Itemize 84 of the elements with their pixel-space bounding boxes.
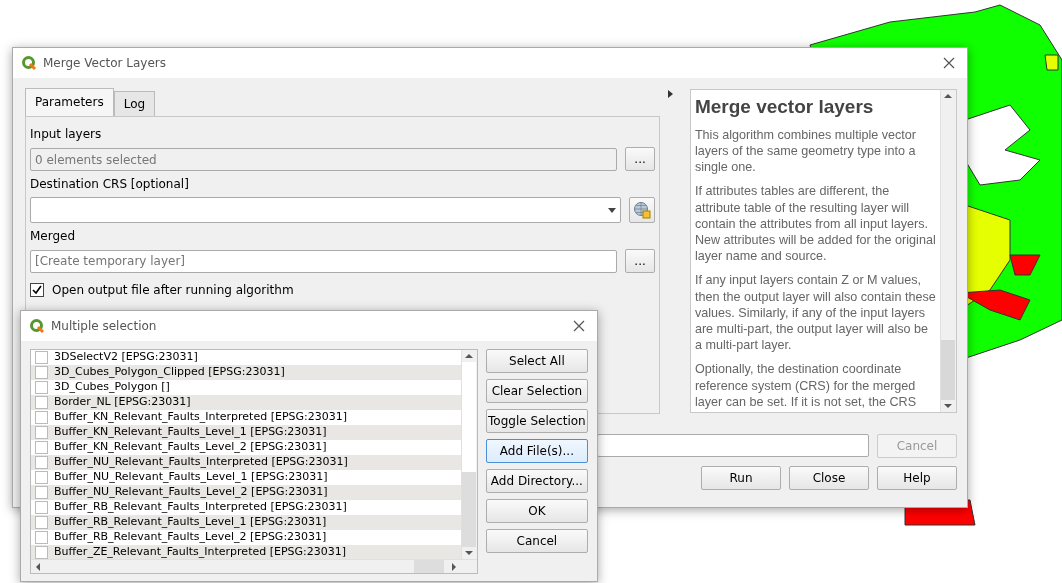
scroll-left-icon[interactable] [34,562,42,571]
item-label: Border_NL [EPSG:23031] [54,394,191,411]
list-item[interactable]: Buffer_RB_Relevant_Faults_Level_2 [EPSG:23031] [31,530,461,545]
scrollbar[interactable] [940,90,956,412]
checkbox[interactable] [35,516,48,529]
expand-arrow-icon [668,90,674,98]
checkbox[interactable] [35,456,48,469]
input-field[interactable]: 0 elements selected [30,147,618,171]
checkbox-label: Open output file after running algorithm [52,282,294,299]
tab[interactable]: Parameters [25,88,114,116]
dialog-button[interactable]: Clear Selection [485,379,588,403]
scroll-thumb[interactable] [941,340,956,400]
help-paragraph: Optionally, the destination coordinate reference system (CRS) for the merged layer can be set. If it is not set, the CRS [694,361,918,411]
list-item[interactable]: 3DSelectV2 [EPSG:23031] [31,350,461,365]
field-label: Merged [30,228,77,245]
checkbox[interactable] [35,396,48,409]
scrollbar[interactable] [31,559,477,573]
list-item[interactable]: 3D_Cubes_Polygon_Clipped [EPSG:23031] [31,365,461,380]
item-label: Buffer_RB_Relevant_Faults_Level_2 [EPSG:23031] [54,529,327,546]
checkbox[interactable] [35,426,48,439]
browse-button[interactable]: ... [625,249,656,273]
scroll-right-icon[interactable] [449,562,458,571]
help-paragraph: If any input layers contain Z or M values, then the output layer will also contain these values. Similarly, if any of the input layers are multi-part, the output layer will also be a multi-part layer. [694,272,936,354]
dialog-button[interactable]: Select All [485,349,588,373]
list-item[interactable]: Border_NL [EPSG:23031] [31,395,461,410]
caret-icon [608,207,617,213]
dialog-button[interactable]: Toggle Selection [485,409,588,433]
dialog-button[interactable]: Add Directory... [485,469,588,493]
dialog-button[interactable]: Run [701,466,781,490]
app-logo-icon [21,55,37,71]
window-title: Merge Vector Layers [43,55,167,72]
list-item[interactable]: Buffer_NU_Relevant_Faults_Level_2 [EPSG:23031] [31,485,461,500]
window-title: Multiple selection [51,318,157,335]
list-item[interactable]: Buffer_RB_Relevant_Faults_Interpreted [EPSG:23031] [31,500,461,515]
scroll-thumb[interactable] [413,560,444,573]
list-item[interactable]: Buffer_ZE_Relevant_Faults_Interpreted [EPSG:23031] [31,545,461,559]
crs-selector-button[interactable] [629,197,656,223]
scrollbar[interactable] [460,350,477,559]
help-title: Merge vector layers [694,96,875,119]
checkbox[interactable] [35,531,48,544]
list-item[interactable]: Buffer_KN_Relevant_Faults_Level_2 [EPSG:23031] [31,440,461,455]
checkbox[interactable] [35,471,48,484]
dialog-button[interactable]: Help [877,466,957,490]
item-label: 3DSelectV2 [EPSG:23031] [54,350,198,366]
dialog-button[interactable]: Cancel [485,529,588,553]
field-label: Input layers [30,126,103,143]
item-label: 3D_Cubes_Polygon_Clipped [EPSG:23031] [54,364,285,381]
field-label: Destination CRS [optional] [30,176,190,193]
item-label: Buffer_RB_Relevant_Faults_Interpreted [EPSG:23031] [54,499,347,516]
item-label: Buffer_NU_Relevant_Faults_Level_2 [EPSG:23031] [54,484,328,501]
help-paragraph: This algorithm combines multiple vector layers of the same geometry type into a single one. [694,126,918,176]
checkbox[interactable] [35,381,48,394]
checkbox[interactable] [35,501,48,514]
list-item[interactable]: Buffer_NU_Relevant_Faults_Interpreted [EPSG:23031] [31,455,461,470]
item-label: 3D_Cubes_Polygon [] [54,379,170,396]
dialog-button[interactable]: Close [789,466,869,490]
list-item[interactable]: Buffer_NU_Relevant_Faults_Level_1 [EPSG:23031] [31,470,461,485]
dropdown-field[interactable] [30,197,622,223]
item-label: Buffer_ZE_Relevant_Faults_Interpreted [EPSG:23031] [54,544,347,559]
tab[interactable]: Log [113,91,156,116]
dialog-button[interactable]: Add File(s)... [485,439,588,463]
scroll-thumb[interactable] [462,472,477,547]
output-field[interactable]: [Create temporary layer] [30,249,618,273]
dialog-button[interactable]: OK [485,499,588,523]
item-label: Buffer_RB_Relevant_Faults_Level_1 [EPSG:23031] [54,514,327,531]
item-label: Buffer_NU_Relevant_Faults_Interpreted [EPSG:23031] [54,454,348,471]
item-label: Buffer_NU_Relevant_Faults_Level_1 [EPSG:23031] [54,469,328,486]
checkbox[interactable] [35,486,48,499]
checkbox[interactable] [35,351,48,364]
list-item[interactable]: Buffer_KN_Relevant_Faults_Level_1 [EPSG:23031] [31,425,461,440]
checkbox[interactable] [35,366,48,379]
checkbox[interactable] [30,283,44,297]
help-paragraph: If attributes tables are different, the attribute table of the resulting layer will contain the attributes from all input layers. New attributes will be added for the original layer name and source. [694,183,936,265]
list-item[interactable]: Buffer_KN_Relevant_Faults_Interpreted [EPSG:23031] [31,410,461,425]
item-label: Buffer_KN_Relevant_Faults_Interpreted [EPSG:23031] [54,409,347,426]
checkbox[interactable] [35,411,48,424]
list-item[interactable]: 3D_Cubes_Polygon [] [31,380,461,395]
browse-button[interactable]: ... [625,147,656,171]
list-item[interactable]: Buffer_RB_Relevant_Faults_Level_1 [EPSG:23031] [31,515,461,530]
checkbox[interactable] [35,546,48,559]
item-label: Buffer_KN_Relevant_Faults_Level_1 [EPSG:23031] [54,424,327,441]
app-logo-icon [29,318,45,334]
checkbox[interactable] [35,441,48,454]
item-label: Buffer_KN_Relevant_Faults_Level_2 [EPSG:23031] [54,439,327,456]
